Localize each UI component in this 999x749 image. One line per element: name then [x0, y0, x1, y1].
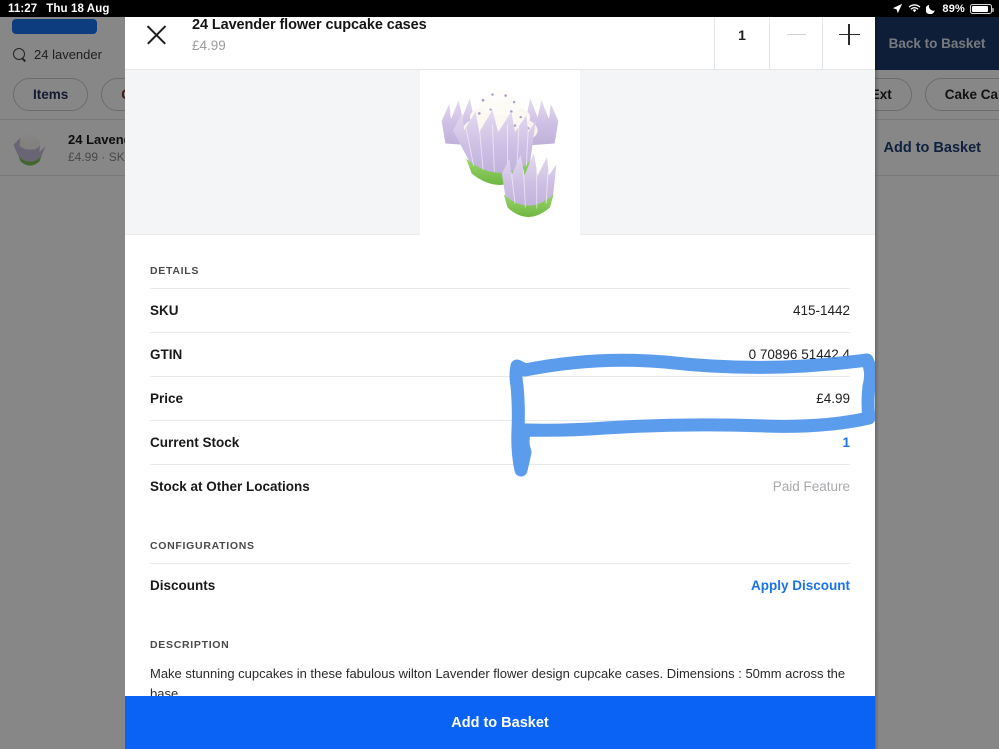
plus-icon	[838, 24, 860, 45]
detail-value: 415-1442	[792, 303, 850, 318]
detail-row-gtin: GTIN 0 70896 51442 4	[150, 332, 850, 376]
moon-icon	[926, 3, 937, 14]
apply-discount-link[interactable]: Apply Discount	[751, 578, 850, 593]
modal-subtitle-price: £4.99	[192, 37, 226, 53]
status-indicators: 89%	[892, 2, 994, 15]
close-icon	[144, 22, 169, 47]
product-detail-modal: 24 Lavender flower cupcake cases £4.99 1	[125, 0, 875, 749]
battery-percent: 89%	[942, 2, 965, 15]
add-to-basket-label: Add to Basket	[451, 714, 549, 731]
status-time: 11:27	[8, 2, 38, 15]
detail-value[interactable]: 1	[842, 435, 850, 450]
configurations-section-label: CONFIGURATIONS	[150, 540, 255, 552]
detail-value: Paid Feature	[772, 479, 850, 494]
config-key: Discounts	[150, 578, 216, 593]
status-date: Thu 18 Aug	[46, 2, 110, 15]
detail-key: Stock at Other Locations	[150, 479, 310, 494]
detail-row-sku: SKU 415-1442	[150, 288, 850, 332]
add-to-basket-button[interactable]: Add to Basket	[125, 696, 875, 749]
status-bar: 11:27 Thu 18 Aug 89%	[0, 0, 999, 17]
detail-row-stock-other-locations[interactable]: Stock at Other Locations Paid Feature	[150, 464, 850, 508]
wifi-icon	[908, 3, 921, 14]
modal-title: 24 Lavender flower cupcake cases	[192, 16, 427, 33]
modal-shadow	[875, 17, 879, 749]
detail-row-current-stock[interactable]: Current Stock 1	[150, 420, 850, 464]
screen: 24 lavender Back to Basket Items Custome…	[0, 0, 999, 749]
product-photo-band	[125, 70, 875, 235]
modal-header-texts: 24 Lavender flower cupcake cases £4.99	[192, 17, 427, 53]
location-arrow-icon	[892, 3, 903, 14]
detail-key: Current Stock	[150, 435, 240, 450]
modal-body: DETAILS SKU 415-1442 GTIN 0 70896 51442 …	[125, 235, 875, 704]
minus-icon	[786, 33, 806, 36]
detail-row-price: Price £4.99	[150, 376, 850, 420]
details-section-label: DETAILS	[150, 265, 200, 277]
detail-key: Price	[150, 391, 184, 406]
battery-icon	[970, 3, 994, 14]
product-image	[424, 72, 576, 232]
detail-value: £4.99	[816, 391, 850, 406]
description-section-label: DESCRIPTION	[150, 639, 230, 651]
detail-key: GTIN	[150, 347, 183, 362]
detail-value: 0 70896 51442 4	[748, 347, 850, 362]
detail-key: SKU	[150, 303, 179, 318]
config-row-discounts[interactable]: Discounts Apply Discount	[150, 563, 850, 607]
